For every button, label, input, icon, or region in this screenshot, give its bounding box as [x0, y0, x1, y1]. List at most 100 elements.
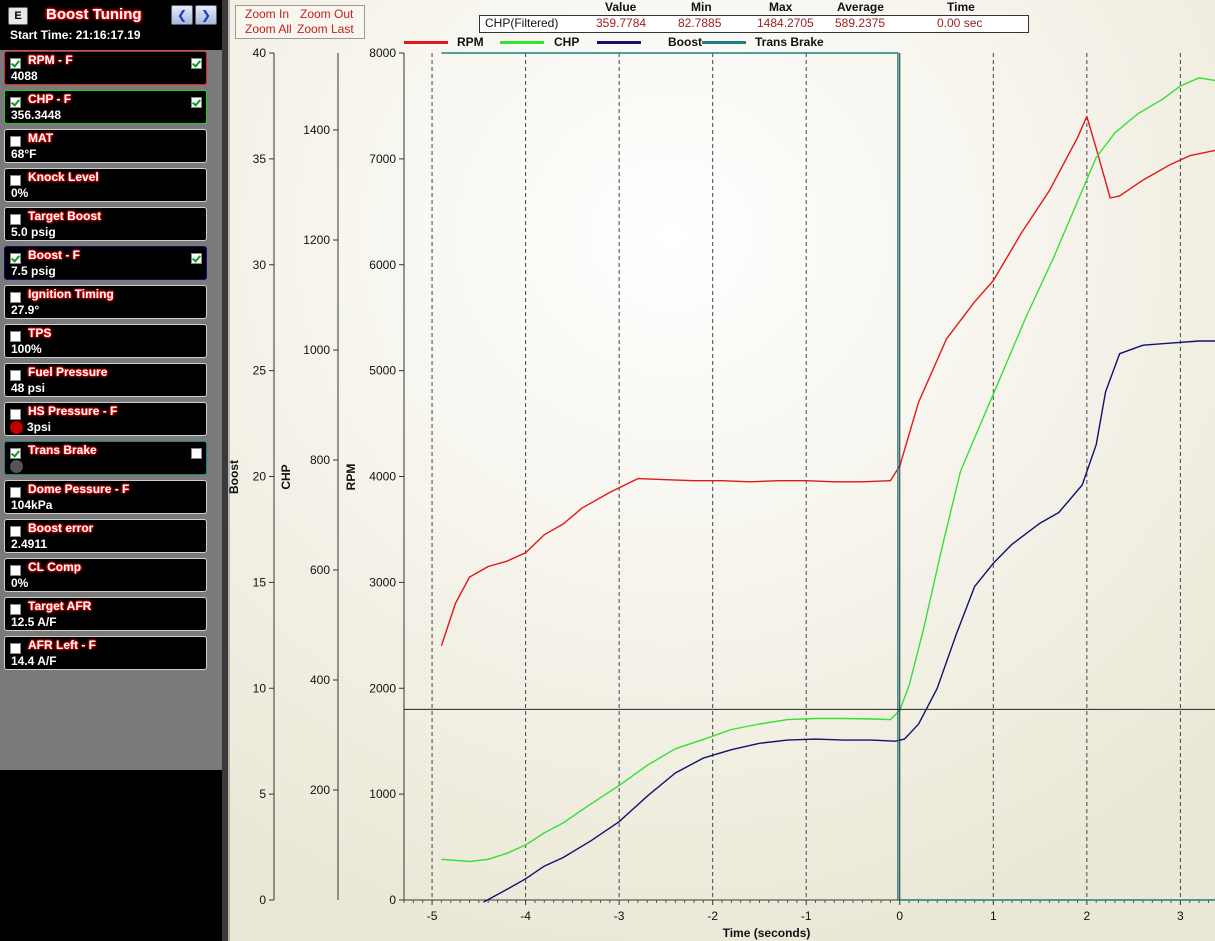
status-led-icon	[10, 421, 23, 434]
channel-value: 3psi	[27, 420, 52, 434]
axis-tick-label: 5000	[369, 364, 396, 378]
zoom-out-button[interactable]: Zoom Out	[300, 7, 353, 21]
channel-value: 104kPa	[11, 498, 53, 512]
channel-name: Boost error	[28, 521, 94, 535]
channel-plot-checkbox[interactable]	[191, 97, 202, 108]
channel-plot-checkbox[interactable]	[191, 448, 202, 459]
chart-area[interactable]: 0 5 10 15 20 25 30 35 40 Boost 200 400 600 800 1000 120…	[228, 0, 1215, 941]
legend-label: RPM	[457, 35, 484, 49]
zoom-all-button[interactable]: Zoom All	[245, 22, 292, 36]
channel-card[interactable]: CL Comp 0%	[4, 558, 207, 592]
channel-name: MAT	[28, 131, 54, 145]
channel-name: Target Boost	[28, 209, 102, 223]
channel-checkbox[interactable]	[10, 604, 21, 615]
legend-label: Trans Brake	[755, 35, 824, 49]
stats-channel: CHP(Filtered)	[485, 16, 559, 30]
channel-checkbox[interactable]	[10, 643, 21, 654]
channel-card[interactable]: Dome Pessure - F 104kPa	[4, 480, 207, 514]
channel-card[interactable]: Boost - F 7.5 psig	[4, 246, 207, 280]
channel-card[interactable]: RPM - F 4088	[4, 51, 207, 85]
channel-card[interactable]: Trans Brake	[4, 441, 207, 475]
channel-name: Dome Pessure - F	[28, 482, 130, 496]
channel-checkbox[interactable]	[10, 97, 21, 108]
channel-name: HS Pressure - F	[28, 404, 118, 418]
axis-tick-label: 1000	[369, 787, 396, 801]
channel-checkbox[interactable]	[10, 136, 21, 147]
stats-header-average: Average	[837, 0, 884, 14]
channel-card[interactable]: CHP - F 356.3448	[4, 90, 207, 124]
axis-tick-label: 400	[310, 673, 330, 687]
stats-time: 0.00 sec	[937, 16, 983, 30]
channel-checkbox[interactable]	[10, 526, 21, 537]
zoom-last-button[interactable]: Zoom Last	[297, 22, 354, 36]
legend-swatch	[597, 41, 641, 44]
channel-card[interactable]: MAT 68°F	[4, 129, 207, 163]
channel-name: CL Comp	[28, 560, 82, 574]
channel-card[interactable]: Knock Level 0%	[4, 168, 207, 202]
axis-tick-label: 20	[253, 470, 267, 484]
channel-checkbox[interactable]	[10, 448, 21, 459]
axis-tick-label: 600	[310, 563, 330, 577]
axis-tick-label: 30	[253, 258, 267, 272]
channel-value: 0%	[11, 186, 29, 200]
sidebar-header: E Boost Tuning ❮ ❯ Start Time: 21:16:17.…	[0, 0, 222, 50]
x-axis-tick-label: -1	[801, 909, 812, 923]
channel-checkbox[interactable]	[10, 214, 21, 225]
axis-tick-label: 0	[389, 893, 396, 907]
axis-tick-label: 1200	[303, 233, 330, 247]
axis-tick-label: 7000	[369, 152, 396, 166]
axis-tick-label: 15	[253, 575, 267, 589]
axis-tick-label: 0	[259, 893, 266, 907]
channel-checkbox[interactable]	[10, 409, 21, 420]
stats-average: 589.2375	[835, 16, 886, 30]
axis-title: CHP	[279, 464, 293, 489]
chart-svg[interactable]: 0510152025303540Boost2004006008001000120…	[228, 0, 1215, 941]
stats-header-time: Time	[947, 0, 975, 14]
channel-card[interactable]: Ignition Timing 27.9°	[4, 285, 207, 319]
legend-swatch	[702, 41, 746, 44]
channel-card[interactable]: Boost error 2.4911	[4, 519, 207, 553]
page-title: Boost Tuning	[46, 6, 142, 23]
channel-plot-checkbox[interactable]	[191, 58, 202, 69]
channel-plot-checkbox[interactable]	[191, 253, 202, 264]
channel-checkbox[interactable]	[10, 331, 21, 342]
channel-card[interactable]: Fuel Pressure 48 psi	[4, 363, 207, 397]
channel-value: 14.4 A/F	[11, 654, 57, 668]
channel-value: 7.5 psig	[11, 264, 56, 278]
stats-header-value: Value	[605, 0, 637, 14]
axis-tick-label: 1000	[303, 343, 330, 357]
channel-checkbox[interactable]	[10, 175, 21, 186]
status-led-icon	[10, 460, 23, 473]
channel-name: Target AFR	[28, 599, 92, 613]
next-button[interactable]: ❯	[195, 5, 217, 25]
channel-value: 12.5 A/F	[11, 615, 57, 629]
channel-card[interactable]: Target Boost 5.0 psig	[4, 207, 207, 241]
channel-checkbox[interactable]	[10, 370, 21, 381]
channel-value: 5.0 psig	[11, 225, 56, 239]
legend-label: CHP	[554, 35, 580, 49]
channel-value: 100%	[11, 342, 42, 356]
channel-checkbox[interactable]	[10, 253, 21, 264]
axis-tick-label: 25	[253, 364, 267, 378]
stats-max: 1484.2705	[757, 16, 814, 30]
channel-card[interactable]: HS Pressure - F 3psi	[4, 402, 207, 436]
channel-card[interactable]: TPS 100%	[4, 324, 207, 358]
channel-checkbox[interactable]	[10, 58, 21, 69]
x-axis-tick-label: -3	[614, 909, 625, 923]
channel-name: CHP - F	[28, 92, 72, 106]
channel-name: RPM - F	[28, 53, 73, 67]
channel-name: Knock Level	[28, 170, 99, 184]
legend-swatch	[500, 41, 544, 44]
menu-button[interactable]: E	[8, 7, 28, 25]
channel-card[interactable]: Target AFR 12.5 A/F	[4, 597, 207, 631]
axis-tick-label: 6000	[369, 258, 396, 272]
zoom-panel: Zoom In Zoom Out Zoom All Zoom Last	[235, 5, 365, 39]
channel-checkbox[interactable]	[10, 292, 21, 303]
channel-card[interactable]: AFR Left - F 14.4 A/F	[4, 636, 207, 670]
channel-checkbox[interactable]	[10, 487, 21, 498]
previous-button[interactable]: ❮	[171, 5, 193, 25]
zoom-in-button[interactable]: Zoom In	[245, 7, 289, 21]
x-axis-tick-label: -2	[707, 909, 718, 923]
axis-tick-label: 40	[253, 46, 267, 60]
channel-checkbox[interactable]	[10, 565, 21, 576]
